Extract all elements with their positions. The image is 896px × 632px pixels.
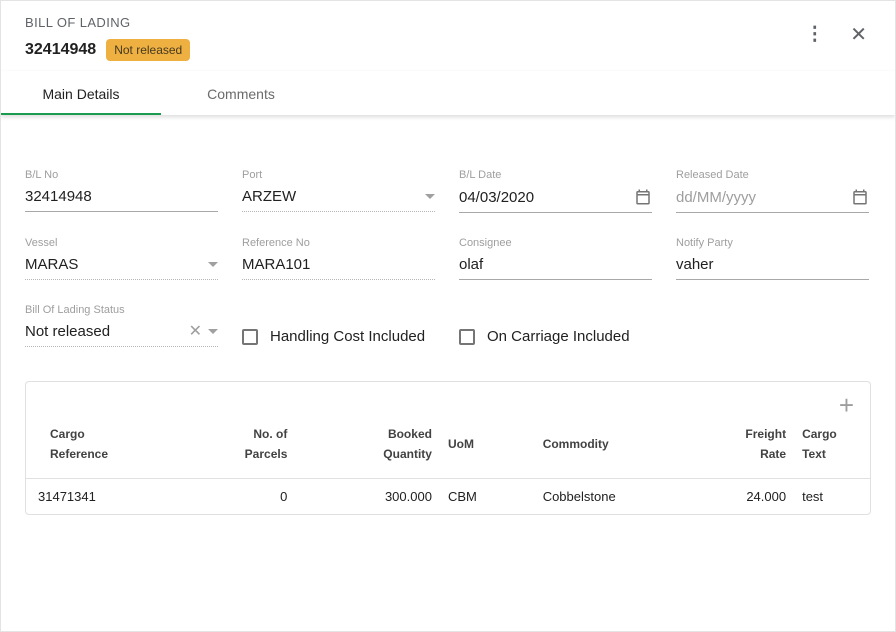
close-icon[interactable]: ✕	[850, 25, 867, 45]
bl-no-input[interactable]	[25, 188, 218, 205]
bl-status-label: Bill Of Lading Status	[25, 304, 218, 316]
col-parcels: No. of Parcels	[215, 418, 295, 479]
field-released-date: Released Date	[676, 169, 869, 213]
bl-no-control	[25, 188, 218, 212]
field-notify-party: Notify Party	[676, 237, 869, 280]
notify-party-input[interactable]	[676, 256, 869, 273]
handling-cost-checkbox[interactable]	[242, 329, 258, 345]
cell-commodity: Cobbelstone	[535, 479, 710, 515]
bl-date-control	[459, 188, 652, 213]
header-text: BILL OF LADING 32414948 Not released	[25, 15, 190, 61]
cargo-table-row[interactable]: 31471341 0 300.000 CBM Cobbelstone 24.00…	[26, 479, 870, 515]
form-row-3: Bill Of Lading Status Not released ✕ Han…	[25, 304, 871, 347]
consignee-label: Consignee	[459, 237, 652, 249]
form-row-2: Vessel MARAS Reference No Consignee N	[25, 237, 871, 280]
field-consignee: Consignee	[459, 237, 652, 280]
released-date-input[interactable]	[676, 189, 845, 206]
tab-main-details[interactable]: Main Details	[1, 71, 161, 115]
on-carriage-checkbox-field: On Carriage Included	[459, 326, 652, 347]
clear-icon[interactable]: ✕	[189, 324, 202, 340]
bl-no-label: B/L No	[25, 169, 218, 181]
add-cargo-icon[interactable]: +	[839, 394, 854, 416]
cell-uom: CBM	[440, 479, 535, 515]
cargo-grid-card: + Cargo Reference No. of Parcels Booked …	[25, 381, 871, 515]
tab-bar: Main Details Comments	[1, 71, 895, 115]
status-badge: Not released	[106, 39, 190, 61]
port-value: ARZEW	[242, 188, 419, 205]
header-actions: ⋮ ✕	[805, 15, 871, 45]
chevron-down-icon[interactable]	[208, 262, 218, 267]
vessel-label: Vessel	[25, 237, 218, 249]
vessel-select[interactable]: MARAS	[25, 256, 218, 280]
cell-cargo-text: test	[794, 479, 870, 515]
main-details-form: B/L No Port ARZEW B/L Date	[1, 115, 895, 347]
field-bl-status: Bill Of Lading Status Not released ✕	[25, 304, 218, 347]
bl-status-value: Not released	[25, 323, 183, 340]
cargo-grid-toolbar: +	[26, 382, 870, 418]
consignee-control	[459, 256, 652, 280]
vessel-value: MARAS	[25, 256, 202, 273]
cargo-table-header-row: Cargo Reference No. of Parcels Booked Qu…	[26, 418, 870, 479]
released-date-control	[676, 188, 869, 213]
on-carriage-label: On Carriage Included	[487, 328, 630, 345]
cargo-table: Cargo Reference No. of Parcels Booked Qu…	[26, 418, 870, 514]
col-booked-quantity: Booked Quantity	[295, 418, 440, 479]
field-vessel: Vessel MARAS	[25, 237, 218, 280]
cell-booked-quantity: 300.000	[295, 479, 440, 515]
col-uom: UoM	[440, 418, 535, 479]
dialog-header: BILL OF LADING 32414948 Not released ⋮ ✕	[1, 1, 895, 71]
notify-party-control	[676, 256, 869, 280]
cell-freight-rate: 24.000	[709, 479, 794, 515]
form-row-1: B/L No Port ARZEW B/L Date	[25, 169, 871, 213]
handling-cost-checkbox-field: Handling Cost Included	[242, 326, 435, 347]
consignee-input[interactable]	[459, 256, 652, 273]
bl-date-label: B/L Date	[459, 169, 652, 181]
reference-no-control	[242, 256, 435, 280]
calendar-icon[interactable]	[634, 188, 652, 206]
kebab-menu-icon[interactable]: ⋮	[805, 25, 824, 45]
field-reference-no: Reference No	[242, 237, 435, 280]
chevron-down-icon[interactable]	[208, 329, 218, 334]
field-port: Port ARZEW	[242, 169, 435, 213]
bl-date-input[interactable]	[459, 189, 628, 206]
bl-number: 32414948	[25, 41, 96, 59]
reference-no-input[interactable]	[242, 256, 435, 273]
bl-status-select[interactable]: Not released ✕	[25, 323, 218, 347]
cell-cargo-reference: 31471341	[26, 479, 215, 515]
dialog-title: BILL OF LADING	[25, 15, 190, 30]
released-date-label: Released Date	[676, 169, 869, 181]
bill-of-lading-dialog: BILL OF LADING 32414948 Not released ⋮ ✕…	[0, 0, 896, 632]
on-carriage-checkbox[interactable]	[459, 329, 475, 345]
col-commodity: Commodity	[535, 418, 710, 479]
notify-party-label: Notify Party	[676, 237, 869, 249]
col-cargo-reference: Cargo Reference	[26, 418, 215, 479]
port-select[interactable]: ARZEW	[242, 188, 435, 212]
reference-no-label: Reference No	[242, 237, 435, 249]
col-freight-rate: Freight Rate	[709, 418, 794, 479]
port-label: Port	[242, 169, 435, 181]
col-cargo-text: Cargo Text	[794, 418, 870, 479]
field-bl-no: B/L No	[25, 169, 218, 213]
handling-cost-label: Handling Cost Included	[270, 328, 425, 345]
calendar-icon[interactable]	[851, 188, 869, 206]
chevron-down-icon[interactable]	[425, 194, 435, 199]
header-line2: 32414948 Not released	[25, 39, 190, 61]
cell-parcels: 0	[215, 479, 295, 515]
tab-comments[interactable]: Comments	[161, 71, 321, 115]
field-bl-date: B/L Date	[459, 169, 652, 213]
